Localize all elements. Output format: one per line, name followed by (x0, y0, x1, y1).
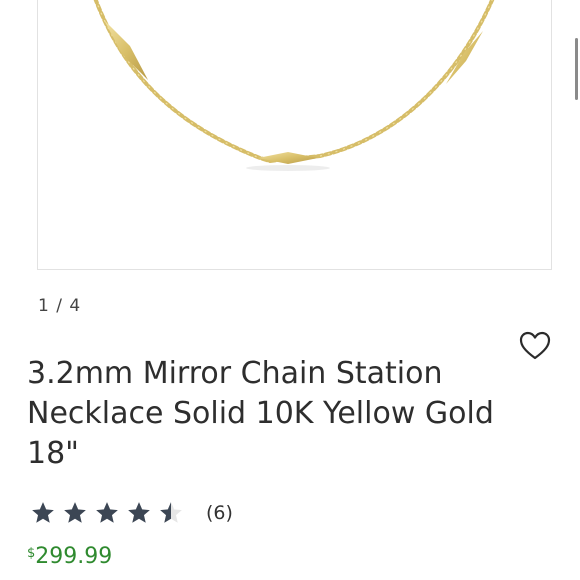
star-icon (62, 500, 88, 526)
product-page: 1 / 4 3.2mm Mirror Chain Station Necklac… (0, 0, 580, 580)
price-value: 299.99 (35, 544, 113, 569)
star-icon (94, 500, 120, 526)
half-star-icon (158, 500, 184, 526)
product-price: $299.99 (27, 544, 112, 569)
product-image-frame[interactable] (37, 0, 552, 270)
wishlist-heart-icon[interactable] (518, 329, 552, 363)
currency-symbol: $ (27, 546, 36, 561)
product-image (93, 0, 495, 171)
gallery-pager: 1 / 4 (38, 296, 82, 316)
product-title: 3.2mm Mirror Chain Station Necklace Soli… (27, 356, 494, 471)
review-count[interactable]: (6) (206, 502, 233, 524)
star-icon (126, 500, 152, 526)
rating-stars (30, 500, 184, 526)
scroll-indicator[interactable] (575, 38, 578, 100)
product-rating[interactable]: (6) (30, 500, 233, 526)
star-icon (30, 500, 56, 526)
